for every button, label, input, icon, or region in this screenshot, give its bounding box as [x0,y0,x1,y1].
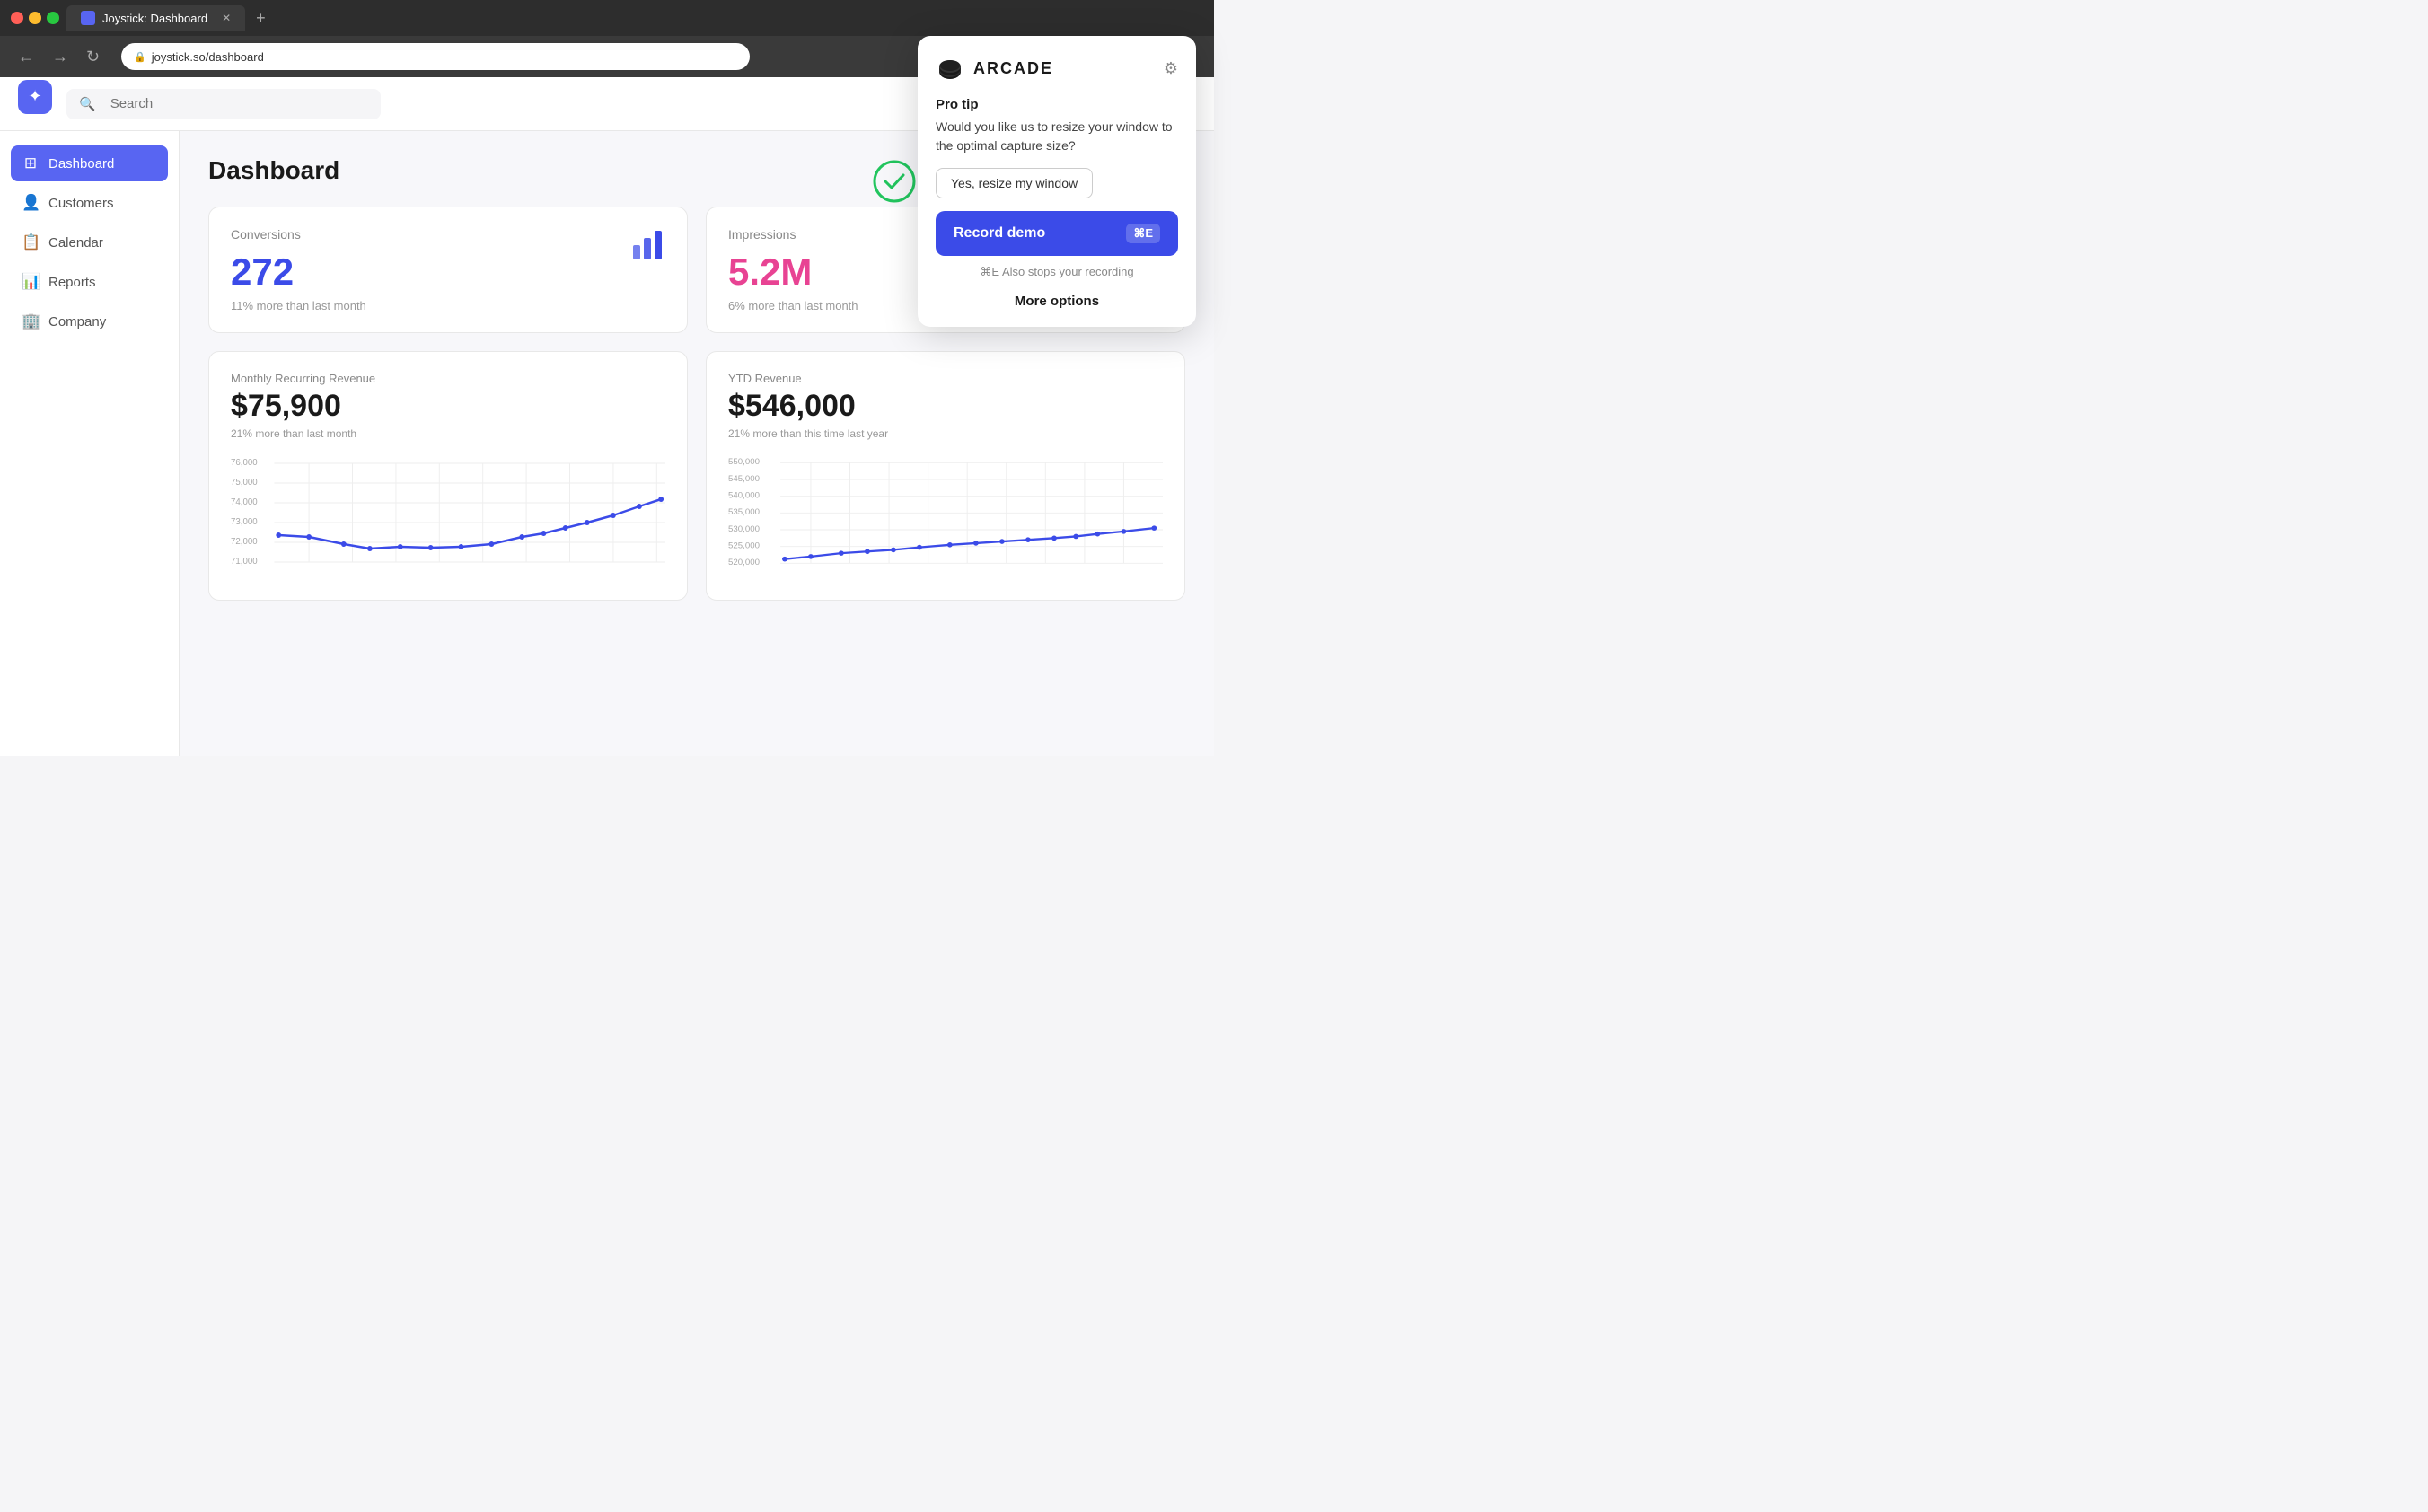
calendar-icon: 📋 [22,233,40,251]
svg-text:71,000: 71,000 [231,557,258,567]
impressions-value: 5.2M [728,251,812,294]
sidebar-item-calendar[interactable]: 📋 Calendar [11,224,168,260]
svg-text:72,000: 72,000 [231,537,258,547]
refresh-button[interactable]: ↻ [83,44,103,70]
resize-window-button[interactable]: Yes, resize my window [936,168,1093,198]
sidebar-item-dashboard-label: Dashboard [48,156,114,171]
arcade-popup: ARCADE ⚙ Pro tip Would you like us to re… [918,131,1196,327]
mrr-chart-svg: 76,000 75,000 74,000 73,000 72,000 71,00… [231,454,665,580]
conversions-card-header: Conversions 272 [231,227,665,299]
conversions-card: Conversions 272 11% more than last month [208,207,688,333]
chart-cards-row: Monthly Recurring Revenue $75,900 21% mo… [208,351,1185,601]
svg-text:530,000: 530,000 [728,524,760,534]
sidebar: ⊞ Dashboard 👤 Customers 📋 Calendar 📊 Rep… [0,131,180,756]
svg-text:540,000: 540,000 [728,491,760,501]
logo-icon: ✦ [28,87,41,106]
search-input[interactable] [110,96,368,111]
maximize-dot[interactable] [47,12,59,24]
svg-text:75,000: 75,000 [231,478,258,488]
svg-text:74,000: 74,000 [231,497,258,507]
svg-text:76,000: 76,000 [231,458,258,468]
ytd-value: $546,000 [728,389,1163,424]
svg-text:73,000: 73,000 [231,517,258,527]
app-body: ⊞ Dashboard 👤 Customers 📋 Calendar 📊 Rep… [0,131,1214,756]
minimize-dot[interactable] [29,12,41,24]
sidebar-item-company[interactable]: 🏢 Company [11,303,168,339]
ytd-chart-area: 550,000 545,000 540,000 535,000 530,000 … [728,454,1163,580]
sidebar-item-calendar-label: Calendar [48,235,103,251]
browser-tab[interactable]: Joystick: Dashboard ✕ [66,5,245,31]
dashboard-icon: ⊞ [22,154,40,172]
address-bar[interactable]: 🔒 joystick.so/dashboard [121,43,750,70]
bar-chart-icon [629,227,665,269]
sidebar-item-dashboard[interactable]: ⊞ Dashboard [11,145,168,181]
mrr-chart-area: 76,000 75,000 74,000 73,000 72,000 71,00… [231,454,665,580]
record-demo-button[interactable]: Record demo ⌘E [936,211,1178,256]
mrr-card: Monthly Recurring Revenue $75,900 21% mo… [208,351,688,601]
sidebar-item-reports-label: Reports [48,275,96,290]
ytd-subtitle: 21% more than this time last year [728,427,1163,440]
reports-icon: 📊 [22,273,40,291]
back-button[interactable]: ← [14,44,38,70]
more-options-button[interactable]: More options [936,294,1178,309]
mrr-label: Monthly Recurring Revenue [231,372,665,385]
sidebar-item-reports[interactable]: 📊 Reports [11,264,168,300]
record-demo-label: Record demo [954,225,1045,242]
search-bar[interactable]: 🔍 [66,89,381,119]
svg-text:535,000: 535,000 [728,507,760,517]
pro-tip-text: Would you like us to resize your window … [936,131,1178,155]
mrr-value: $75,900 [231,389,665,424]
stops-recording-text: ⌘E Also stops your recording [936,265,1178,279]
tab-close-icon[interactable]: ✕ [222,12,231,24]
conversions-subtitle: 11% more than last month [231,299,665,312]
sidebar-item-customers[interactable]: 👤 Customers [11,185,168,221]
sidebar-item-customers-label: Customers [48,196,114,211]
svg-text:545,000: 545,000 [728,474,760,484]
url-text: joystick.so/dashboard [152,50,264,64]
ytd-label: YTD Revenue [728,372,1163,385]
company-icon: 🏢 [22,312,40,330]
mrr-subtitle: 21% more than last month [231,427,665,440]
app-container: ✦ 🔍 RS Remi Sage Cofounder & CEO ⊞ Dashb… [0,77,1214,756]
conversions-value: 272 [231,251,301,294]
check-circle-icon [873,160,916,207]
svg-text:550,000: 550,000 [728,457,760,467]
impressions-label: Impressions [728,227,812,242]
new-tab-button[interactable]: + [256,9,266,28]
svg-text:520,000: 520,000 [728,558,760,567]
tab-favicon [81,11,95,25]
close-dot[interactable] [11,12,23,24]
ytd-card: YTD Revenue $546,000 21% more than this … [706,351,1185,601]
svg-text:525,000: 525,000 [728,541,760,551]
browser-dots [11,12,59,24]
customers-icon: 👤 [22,194,40,212]
ytd-chart-svg: 550,000 545,000 540,000 535,000 530,000 … [728,454,1163,580]
app-logo: ✦ [18,80,52,114]
search-magnify-icon: 🔍 [79,96,96,112]
forward-button[interactable]: → [48,44,72,70]
browser-chrome: Joystick: Dashboard ✕ + [0,0,1214,36]
cmd-badge: ⌘E [1126,224,1160,243]
sidebar-item-company-label: Company [48,314,106,330]
lock-icon: 🔒 [134,51,146,63]
tab-title: Joystick: Dashboard [102,12,207,25]
conversions-label: Conversions [231,227,301,242]
